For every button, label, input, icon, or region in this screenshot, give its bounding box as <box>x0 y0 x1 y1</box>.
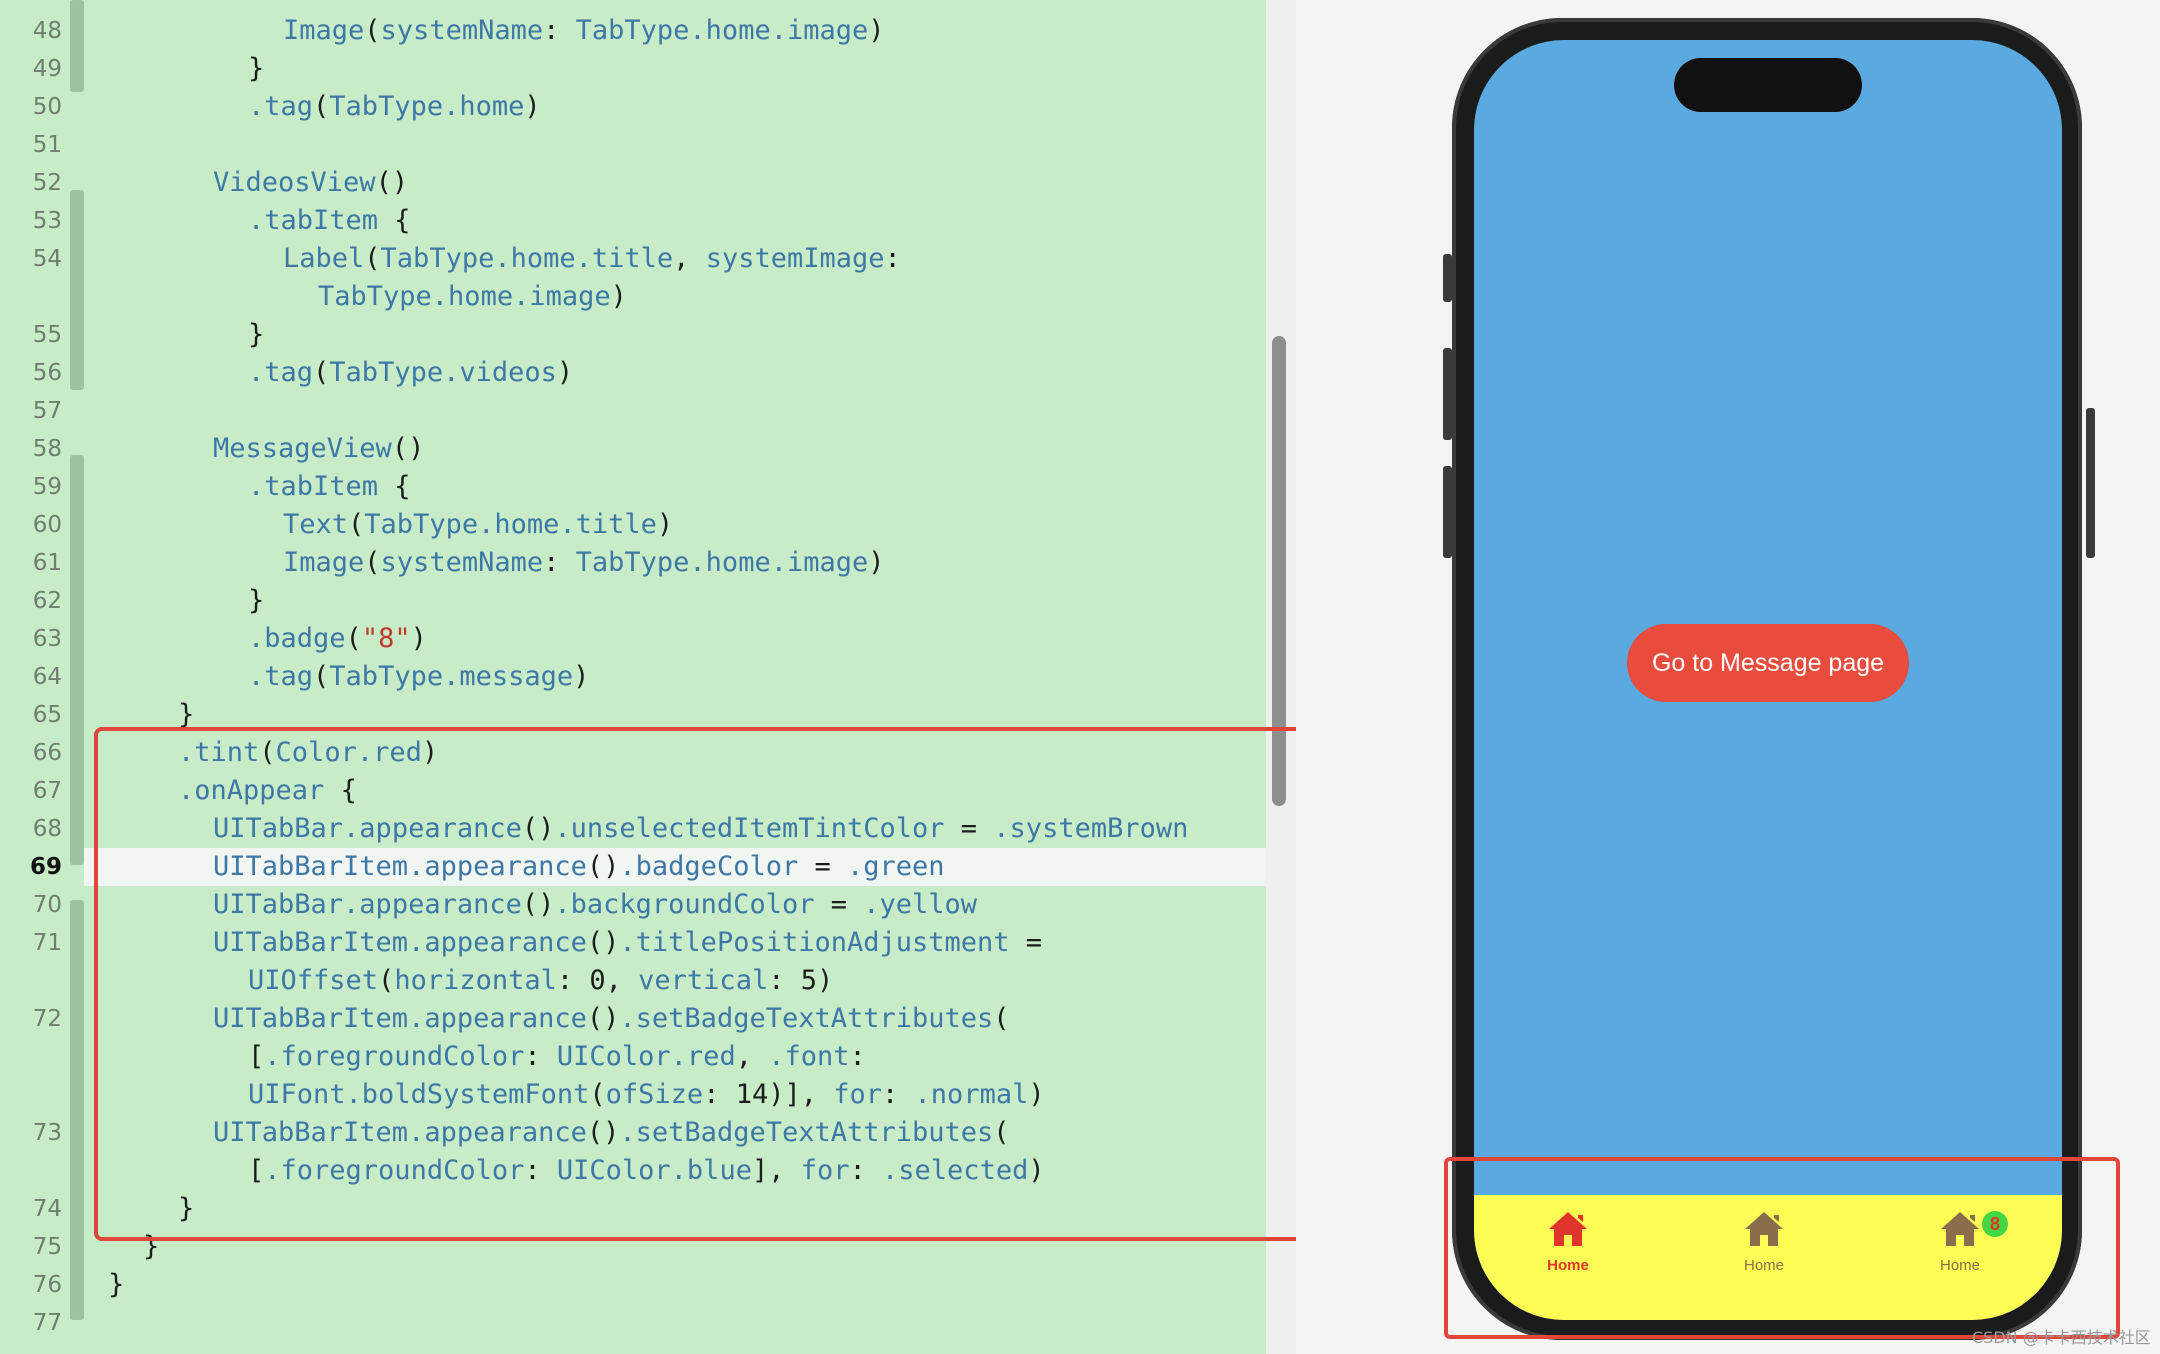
line-number: 68 <box>32 816 62 842</box>
code-line[interactable]: } <box>108 1266 124 1304</box>
line-number: 62 <box>32 588 62 614</box>
scope-indicator <box>70 190 84 390</box>
line-number: 76 <box>32 1272 62 1298</box>
volume-down-button <box>1443 466 1452 558</box>
volume-up-button <box>1443 348 1452 440</box>
code-line[interactable]: .tag(TabType.videos) <box>248 354 573 392</box>
code-line[interactable]: Image(systemName: TabType.home.image) <box>283 544 885 582</box>
scope-indicator <box>70 455 84 595</box>
code-line[interactable]: Label(TabType.home.title, systemImage: <box>283 240 901 278</box>
power-button <box>2086 408 2095 558</box>
line-number: 55 <box>32 322 62 348</box>
line-number-gutter: 48 49 50 51 52 53 54 55 56 57 58 59 60 61 62 63 64 65 66 67… <box>0 0 84 1354</box>
line-number: 48 <box>32 18 62 44</box>
dynamic-island <box>1674 58 1862 112</box>
line-number: 69 <box>29 854 62 880</box>
go-to-message-button[interactable]: Go to Message page <box>1627 624 1909 702</box>
code-line[interactable]: .badge("8") <box>248 620 427 658</box>
line-number: 64 <box>32 664 62 690</box>
code-line[interactable]: } <box>248 316 264 354</box>
line-number: 52 <box>32 170 62 196</box>
line-number: 72 <box>32 1006 62 1032</box>
line-number: 66 <box>32 740 62 766</box>
code-line[interactable]: TabType.home.image) <box>318 278 627 316</box>
code-line[interactable]: } <box>248 50 264 88</box>
line-number: 56 <box>32 360 62 386</box>
line-number: 67 <box>32 778 62 804</box>
code-line[interactable]: .tag(TabType.home) <box>248 88 541 126</box>
phone-screen: Go to Message page Home Home Home 8 <box>1474 40 2062 1320</box>
line-number: 65 <box>32 702 62 728</box>
line-number: 59 <box>32 474 62 500</box>
line-number: 61 <box>32 550 62 576</box>
scope-indicator <box>70 900 84 1320</box>
line-number: 71 <box>32 930 62 956</box>
code-line[interactable]: .tag(TabType.message) <box>248 658 589 696</box>
line-number: 74 <box>32 1196 62 1222</box>
watermark: CSDN @卡卡西技术社区 <box>1972 1328 2151 1347</box>
line-number: 63 <box>32 626 62 652</box>
line-number: 70 <box>32 892 62 918</box>
line-number: 54 <box>32 246 62 272</box>
line-number: 50 <box>32 94 62 120</box>
line-number: 49 <box>32 56 62 82</box>
line-number: 57 <box>32 398 62 424</box>
code-line[interactable]: MessageView() <box>213 430 424 468</box>
line-number: 58 <box>32 436 62 462</box>
action-button <box>1443 254 1452 302</box>
code-line[interactable]: Image(systemName: TabType.home.image) <box>283 12 885 50</box>
code-line[interactable]: Text(TabType.home.title) <box>283 506 673 544</box>
line-number: 75 <box>32 1234 62 1260</box>
line-number: 53 <box>32 208 62 234</box>
code-line[interactable]: .tabItem { <box>248 468 411 506</box>
code-highlight-box <box>94 727 1322 1241</box>
scope-indicator <box>70 575 84 865</box>
scope-indicator <box>70 0 84 92</box>
code-line[interactable]: VideosView() <box>213 164 408 202</box>
line-number: 73 <box>32 1120 62 1146</box>
line-number: 51 <box>32 132 62 158</box>
code-line[interactable]: .tabItem { <box>248 202 411 240</box>
tabbar-highlight-box <box>1444 1157 2120 1339</box>
code-line[interactable]: } <box>248 582 264 620</box>
line-number: 77 <box>32 1310 62 1336</box>
line-number: 60 <box>32 512 62 538</box>
